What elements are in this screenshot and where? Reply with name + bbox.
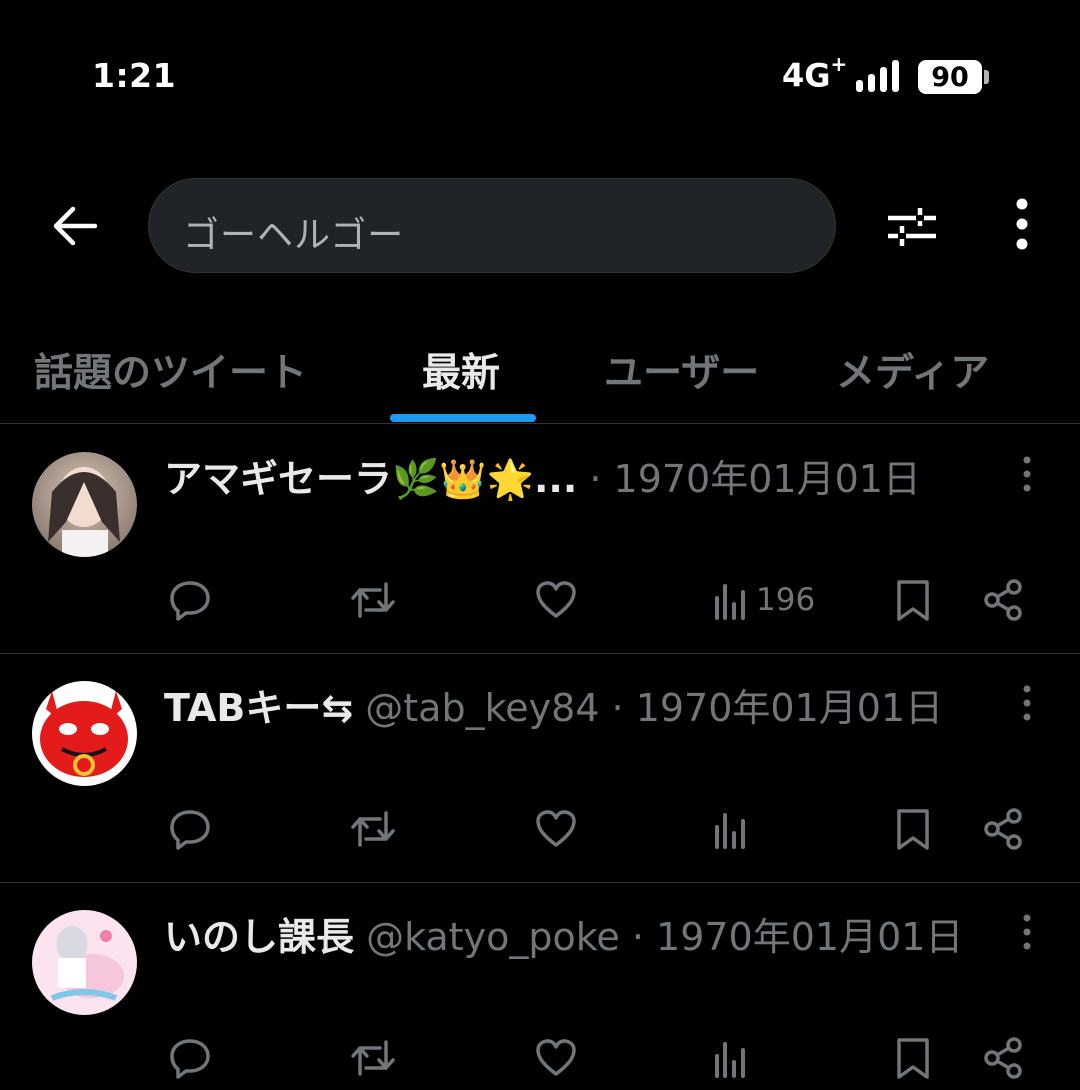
- kebab-icon: [1023, 456, 1031, 492]
- retweet-icon: [351, 1040, 395, 1076]
- views-icon: [715, 813, 745, 849]
- tweet-more-button[interactable]: [1012, 454, 1042, 494]
- tweet-item[interactable]: いのし課長 @katyo_poke · 1970年01月01日: [0, 884, 1080, 1090]
- status-time: 1:21: [92, 56, 177, 95]
- tweet-header: アマギセーラ🌿👑🌟... · 1970年01月01日: [164, 448, 921, 503]
- tweet-actions: [0, 1024, 1080, 1090]
- status-bar: 1:21 4G+ 90: [0, 0, 1080, 150]
- share-icon: [984, 808, 1022, 850]
- sliders-icon: [888, 208, 936, 246]
- tweet-more-button[interactable]: [1012, 912, 1042, 952]
- tweet-more-button[interactable]: [1012, 683, 1042, 723]
- separator: ·: [577, 457, 614, 501]
- search-input[interactable]: ゴーヘルゴー: [148, 178, 836, 273]
- retweet-icon: [351, 582, 395, 618]
- timestamp[interactable]: 1970年01月01日: [636, 686, 943, 730]
- retweet-button[interactable]: [350, 1034, 396, 1082]
- share-icon: [984, 579, 1022, 621]
- share-button[interactable]: [982, 576, 1024, 624]
- search-filter-button[interactable]: [880, 196, 942, 256]
- display-name[interactable]: アマギセーラ🌿👑🌟...: [164, 457, 577, 501]
- network-plus: +: [830, 52, 848, 76]
- reply-button[interactable]: [168, 576, 212, 624]
- tweet-item[interactable]: TABキー⇆ @tab_key84 · 1970年01月01日: [0, 655, 1080, 883]
- signal-icon: [856, 60, 906, 92]
- timestamp[interactable]: 1970年01月01日: [656, 915, 963, 959]
- tab-media[interactable]: メディア: [836, 342, 989, 398]
- bookmark-icon: [897, 580, 929, 621]
- avatar[interactable]: [32, 452, 137, 557]
- views-icon: [715, 1042, 745, 1078]
- heart-icon: [536, 581, 576, 618]
- views-button[interactable]: [712, 1034, 756, 1082]
- reply-icon: [170, 581, 210, 621]
- bookmark-button[interactable]: [894, 1034, 932, 1082]
- back-button[interactable]: [44, 196, 104, 256]
- tweet-header: いのし課長 @katyo_poke · 1970年01月01日: [164, 906, 963, 961]
- retweet-button[interactable]: [350, 805, 396, 853]
- timestamp[interactable]: 1970年01月01日: [614, 457, 921, 501]
- separator: ·: [599, 686, 636, 730]
- views-button[interactable]: 196: [712, 576, 815, 624]
- search-tabs: 話題のツイート 最新 ユーザー メディア: [0, 318, 1080, 424]
- tweet-actions: 196: [0, 566, 1080, 636]
- reply-button[interactable]: [168, 805, 212, 853]
- active-tab-indicator: [390, 414, 536, 422]
- like-button[interactable]: [534, 805, 578, 853]
- share-icon: [984, 1037, 1022, 1079]
- kebab-icon: [1023, 685, 1031, 721]
- avatar[interactable]: [32, 910, 137, 1015]
- bookmark-icon: [897, 1038, 929, 1079]
- bookmark-button[interactable]: [894, 805, 932, 853]
- network-label: 4G: [782, 56, 831, 95]
- arrow-left-icon: [53, 206, 97, 246]
- views-icon: [715, 584, 745, 620]
- display-name[interactable]: いのし課長: [164, 915, 354, 959]
- battery-icon: 90: [918, 60, 982, 94]
- search-query-text: ゴーヘルゴー: [183, 215, 405, 256]
- handle[interactable]: @tab_key84: [353, 686, 599, 730]
- heart-icon: [536, 810, 576, 847]
- tweet-item[interactable]: アマギセーラ🌿👑🌟... · 1970年01月01日 196: [0, 426, 1080, 654]
- handle[interactable]: @katyo_poke: [354, 915, 620, 959]
- views-button[interactable]: [712, 805, 756, 853]
- tweet-header: TABキー⇆ @tab_key84 · 1970年01月01日: [164, 677, 943, 732]
- kebab-icon: [1016, 198, 1028, 250]
- more-options-button[interactable]: [1000, 196, 1044, 256]
- reply-button[interactable]: [168, 1034, 212, 1082]
- avatar[interactable]: [32, 681, 137, 786]
- display-name[interactable]: TABキー⇆: [164, 686, 353, 730]
- reply-icon: [170, 1039, 210, 1079]
- share-button[interactable]: [982, 1034, 1024, 1082]
- tab-people[interactable]: ユーザー: [604, 342, 759, 398]
- tweet-actions: [0, 795, 1080, 865]
- retweet-button[interactable]: [350, 576, 396, 624]
- battery-nub: [984, 70, 989, 84]
- kebab-icon: [1023, 914, 1031, 950]
- views-count: 196: [756, 582, 816, 618]
- share-button[interactable]: [982, 805, 1024, 853]
- separator: ·: [619, 915, 657, 959]
- reply-icon: [170, 810, 210, 850]
- network-type: 4G+: [782, 52, 847, 95]
- tab-top[interactable]: 話題のツイート: [34, 342, 307, 398]
- retweet-icon: [351, 811, 395, 847]
- heart-icon: [536, 1039, 576, 1076]
- battery-level: 90: [931, 62, 969, 93]
- bookmark-icon: [897, 809, 929, 850]
- like-button[interactable]: [534, 1034, 578, 1082]
- bookmark-button[interactable]: [894, 576, 932, 624]
- like-button[interactable]: [534, 576, 578, 624]
- tab-latest[interactable]: 最新: [422, 342, 500, 398]
